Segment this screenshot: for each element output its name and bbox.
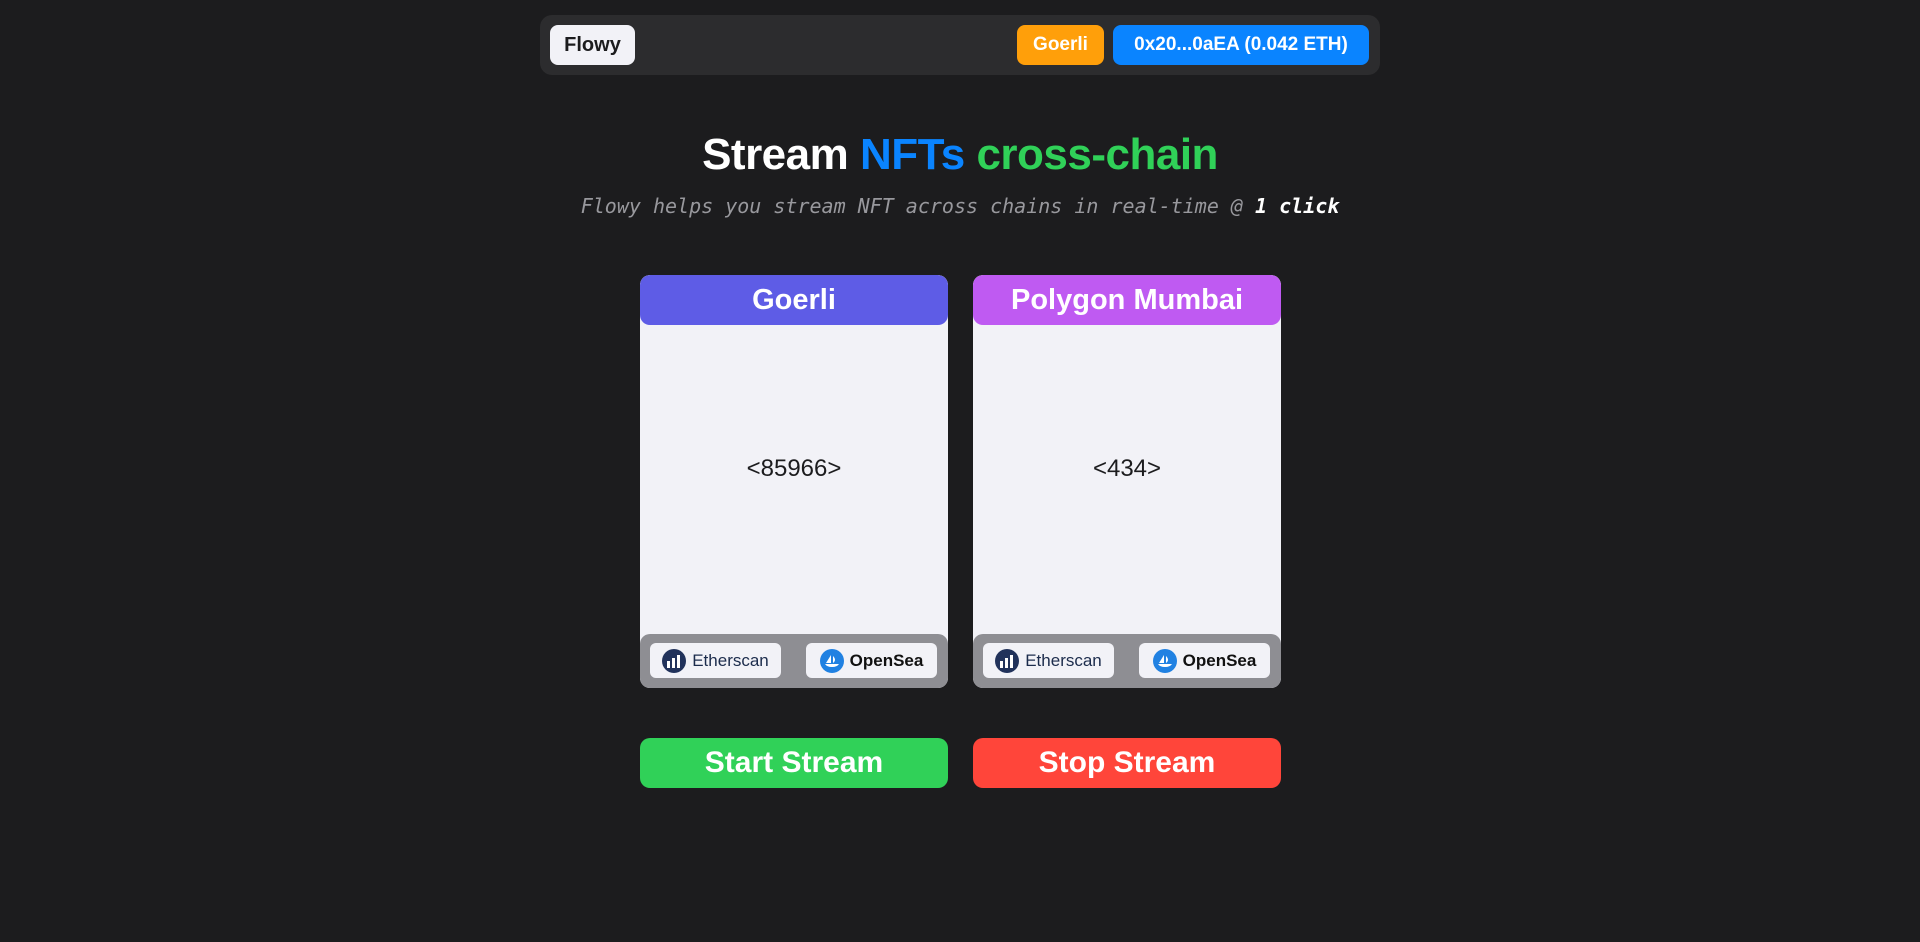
opensea-link[interactable]: OpenSea bbox=[806, 643, 937, 678]
opensea-icon bbox=[1152, 648, 1177, 673]
title-part-crosschain: cross-chain bbox=[964, 130, 1218, 179]
title-part-stream: Stream bbox=[702, 130, 860, 179]
brand-button[interactable]: Flowy bbox=[550, 25, 635, 65]
opensea-label: OpenSea bbox=[1182, 650, 1257, 670]
tagline-text: Flowy helps you stream NFT across chains… bbox=[580, 194, 1255, 218]
stop-stream-button[interactable]: Stop Stream bbox=[973, 738, 1281, 788]
start-stream-button[interactable]: Start Stream bbox=[640, 738, 948, 788]
etherscan-link[interactable]: Etherscan bbox=[650, 643, 781, 678]
nft-card-goerli: Goerli <85966> Etherscan OpenSea bbox=[640, 275, 948, 688]
etherscan-icon bbox=[662, 648, 687, 673]
opensea-link[interactable]: OpenSea bbox=[1139, 643, 1270, 678]
etherscan-label: Etherscan bbox=[1025, 650, 1102, 670]
card-header: Polygon Mumbai bbox=[973, 275, 1281, 325]
network-button[interactable]: Goerli bbox=[1017, 25, 1104, 65]
tagline: Flowy helps you stream NFT across chains… bbox=[0, 194, 1920, 218]
card-footer: Etherscan OpenSea bbox=[640, 634, 948, 688]
tagline-emphasis: 1 click bbox=[1255, 194, 1340, 218]
nft-card-mumbai: Polygon Mumbai <434> Etherscan OpenSea bbox=[973, 275, 1281, 688]
token-id: <85966> bbox=[746, 455, 842, 482]
account-button[interactable]: 0x20...0aEA (0.042 ETH) bbox=[1113, 25, 1369, 65]
etherscan-link[interactable]: Etherscan bbox=[983, 643, 1114, 678]
page-title: Stream NFTs cross-chain bbox=[0, 130, 1920, 180]
opensea-label: OpenSea bbox=[849, 650, 924, 670]
title-part-nfts: NFTs bbox=[859, 130, 965, 179]
opensea-icon bbox=[819, 648, 844, 673]
etherscan-icon bbox=[995, 648, 1020, 673]
card-footer: Etherscan OpenSea bbox=[973, 634, 1281, 688]
navbar: Flowy Goerli 0x20...0aEA (0.042 ETH) bbox=[540, 15, 1380, 75]
token-id: <434> bbox=[1092, 455, 1162, 482]
etherscan-label: Etherscan bbox=[692, 650, 769, 670]
card-header: Goerli bbox=[640, 275, 948, 325]
